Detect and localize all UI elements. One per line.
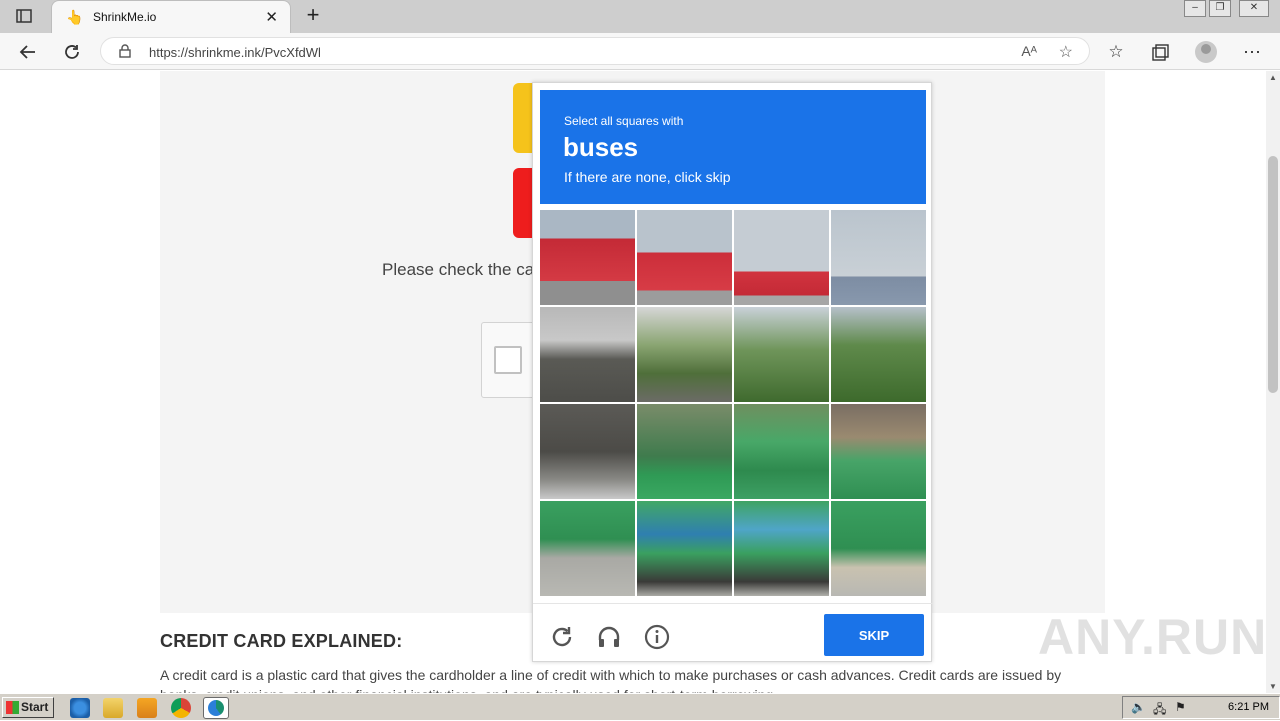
url-text[interactable]: https://shrinkme.ink/PvcXfdWl bbox=[149, 45, 321, 60]
file-explorer-icon[interactable] bbox=[103, 698, 123, 718]
captcha-image-grid bbox=[540, 210, 926, 596]
new-tab-button[interactable]: + bbox=[300, 3, 326, 29]
captcha-hint: If there are none, click skip bbox=[564, 169, 731, 185]
captcha-tile[interactable] bbox=[831, 404, 926, 499]
add-favorite-icon[interactable]: ☆ bbox=[1059, 42, 1073, 62]
start-button[interactable]: Start bbox=[2, 697, 54, 718]
collections-icon[interactable] bbox=[1149, 41, 1171, 63]
captcha-tile[interactable] bbox=[734, 501, 829, 596]
page-scrollbar[interactable]: ▲ ▼ bbox=[1266, 71, 1280, 693]
back-icon[interactable] bbox=[16, 41, 38, 63]
read-aloud-icon[interactable]: Aᴬ bbox=[1021, 43, 1037, 59]
scroll-thumb[interactable] bbox=[1268, 156, 1278, 393]
reload-icon[interactable] bbox=[549, 624, 577, 652]
recaptcha-checkbox[interactable] bbox=[494, 346, 522, 374]
favorites-icon[interactable]: ☆ bbox=[1105, 41, 1127, 63]
browser-toolbar: https://shrinkme.ink/PvcXfdWl Aᴬ ☆ ☆ ⋯ bbox=[0, 33, 1280, 70]
skip-button[interactable]: SKIP bbox=[824, 614, 924, 656]
captcha-tile[interactable] bbox=[540, 404, 635, 499]
minimize-icon[interactable]: – bbox=[1184, 0, 1206, 17]
tab-strip: 👆 ShrinkMe.io ✕ + – ❐ ✕ bbox=[0, 0, 1280, 33]
captcha-tile[interactable] bbox=[734, 404, 829, 499]
restore-icon[interactable]: ❐ bbox=[1209, 0, 1231, 17]
check-instruction-text: Please check the ca bbox=[382, 260, 535, 279]
captcha-tile[interactable] bbox=[831, 210, 926, 305]
refresh-icon[interactable] bbox=[61, 41, 83, 63]
captcha-tile[interactable] bbox=[734, 307, 829, 402]
captcha-footer: SKIP bbox=[533, 603, 933, 663]
edge-taskbar-button[interactable] bbox=[203, 697, 229, 719]
captcha-instruction: Select all squares with bbox=[564, 114, 684, 128]
clock[interactable]: 6:21 PM bbox=[1228, 701, 1269, 713]
tab-close-icon[interactable]: ✕ bbox=[265, 8, 278, 26]
captcha-tile[interactable] bbox=[637, 404, 732, 499]
captcha-tile[interactable] bbox=[540, 307, 635, 402]
info-icon[interactable] bbox=[644, 624, 672, 652]
captcha-tile[interactable] bbox=[637, 307, 732, 402]
more-menu-icon[interactable]: ⋯ bbox=[1241, 41, 1263, 63]
captcha-tile[interactable] bbox=[831, 501, 926, 596]
scroll-down-icon[interactable]: ▼ bbox=[1266, 682, 1280, 691]
captcha-tile[interactable] bbox=[637, 501, 732, 596]
internet-explorer-icon[interactable] bbox=[70, 698, 90, 718]
tab-actions-icon[interactable] bbox=[8, 4, 40, 28]
taskbar: Start 🔈 🖧 ⚑ 6:21 PM bbox=[0, 693, 1280, 720]
edge-icon bbox=[208, 700, 224, 716]
captcha-challenge: Select all squares with buses If there a… bbox=[532, 82, 933, 663]
lock-icon[interactable] bbox=[119, 44, 131, 61]
shrinkme-favicon-icon: 👆 bbox=[66, 9, 84, 25]
audio-challenge-icon[interactable] bbox=[596, 624, 624, 652]
watermark-text: ANY.RUN bbox=[1038, 609, 1268, 665]
start-label: Start bbox=[21, 700, 49, 714]
network-icon[interactable]: 🖧 bbox=[1153, 700, 1166, 721]
tab-title: ShrinkMe.io bbox=[93, 10, 157, 24]
article-heading: CREDIT CARD EXPLAINED: bbox=[160, 631, 403, 651]
windows-logo-icon bbox=[6, 701, 19, 714]
volume-icon[interactable]: 🔈 bbox=[1131, 700, 1146, 714]
captcha-header: Select all squares with buses If there a… bbox=[540, 90, 926, 204]
captcha-tile[interactable] bbox=[734, 210, 829, 305]
window-close-icon[interactable]: ✕ bbox=[1239, 0, 1269, 17]
browser-tab[interactable]: 👆 ShrinkMe.io ✕ bbox=[51, 0, 291, 33]
scroll-up-icon[interactable]: ▲ bbox=[1266, 73, 1280, 82]
media-player-icon[interactable] bbox=[137, 698, 157, 718]
captcha-target: buses bbox=[563, 132, 639, 162]
profile-avatar[interactable] bbox=[1195, 41, 1217, 63]
captcha-tile[interactable] bbox=[540, 210, 635, 305]
captcha-tile[interactable] bbox=[831, 307, 926, 402]
article-paragraph: A credit card is a plastic card that giv… bbox=[160, 667, 1062, 693]
captcha-tile[interactable] bbox=[540, 501, 635, 596]
address-bar[interactable]: https://shrinkme.ink/PvcXfdWl Aᴬ ☆ bbox=[100, 37, 1090, 65]
captcha-tile[interactable] bbox=[637, 210, 732, 305]
action-center-icon[interactable]: ⚑ bbox=[1175, 700, 1186, 714]
system-tray: 🔈 🖧 ⚑ 6:21 PM bbox=[1122, 696, 1280, 719]
chrome-icon[interactable] bbox=[171, 698, 191, 718]
